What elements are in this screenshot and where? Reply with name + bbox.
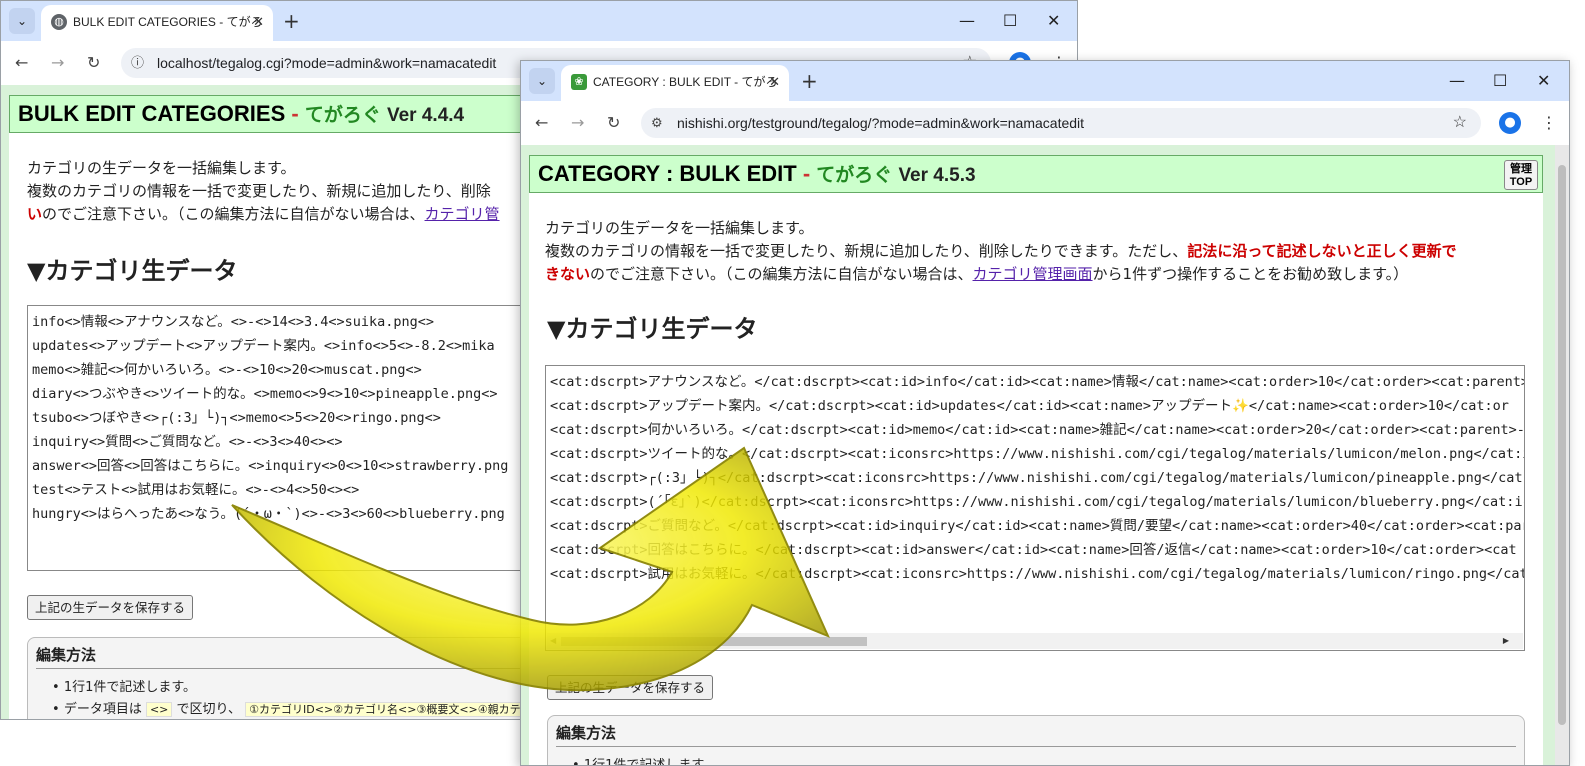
tab-category-bulk-edit[interactable]: ❀ CATEGORY : BULK EDIT - てがろ ✕	[561, 65, 789, 101]
reload-icon[interactable]: ↻	[87, 41, 100, 85]
page-content: CATEGORY : BULK EDIT - てがろぐ Ver 4.5.3 管理…	[521, 145, 1569, 765]
scroll-right-icon[interactable]: ▶	[1503, 633, 1509, 649]
page-title: BULK EDIT CATEGORIES	[18, 101, 286, 126]
close-icon[interactable]: ✕	[769, 65, 780, 99]
list-item: • 1行1件で記述します。	[572, 758, 717, 766]
plus-icon[interactable]: +	[283, 7, 300, 35]
back-arrow-icon[interactable]: ←	[535, 101, 548, 145]
app-version: Ver 4.4.4	[386, 105, 465, 126]
scroll-left-icon[interactable]: ◀	[550, 633, 556, 649]
raw-line: <cat:dscrpt>┌(:3」└)┐</cat:dscrpt><cat:ic…	[550, 470, 1523, 486]
raw-line: <cat:dscrpt>回答はこちらに。</cat:dscrpt><cat:id…	[550, 542, 1517, 558]
profile-icon[interactable]: ●	[1499, 112, 1521, 134]
forward-arrow-icon[interactable]: →	[571, 101, 584, 145]
howto-box: 編集方法 • 1行1件で記述します。	[547, 715, 1525, 766]
divider	[556, 746, 1516, 747]
chevron-down-icon: ⌄	[16, 14, 28, 28]
tab-search-button[interactable]: ⌄	[529, 68, 555, 94]
close-window-icon[interactable]: ✕	[1537, 61, 1550, 101]
back-arrow-icon[interactable]: ←	[15, 41, 28, 85]
raw-line: <cat:dscrpt>試用はお気軽に。</cat:dscrpt><cat:ic…	[550, 566, 1525, 582]
category-admin-link[interactable]: カテゴリ管理画面	[973, 265, 1093, 283]
page-title: CATEGORY : BULK EDIT	[538, 161, 797, 186]
tab-strip: ⌄ ❀ CATEGORY : BULK EDIT - てがろ ✕ + — ☐ ✕	[521, 61, 1569, 101]
raw-line: <cat:dscrpt>ツイート的な。</cat:dscrpt><cat:ico…	[550, 446, 1525, 462]
tab-bulk-edit-categories[interactable]: ◍ BULK EDIT CATEGORIES - てがろ ✕	[41, 5, 273, 41]
minimize-icon[interactable]: —	[1449, 61, 1465, 101]
raw-line: hungry<>はらへったあ<>なう。(´・ω・`)<>-<>3<>60<>bl…	[32, 506, 505, 522]
app-name: てがろぐ	[304, 105, 381, 126]
app-version: Ver 4.5.3	[898, 165, 976, 186]
raw-line: answer<>回答<>回答はこちらに。<>inquiry<>0<>10<>st…	[32, 458, 509, 474]
raw-data-textarea[interactable]: <cat:dscrpt>アナウンスなど。</cat:dscrpt><cat:id…	[545, 365, 1525, 651]
minimize-icon[interactable]: —	[959, 1, 975, 41]
raw-line: tsubo<>つぼやき<>┌(:3」└)┐<>memo<>5<>20<>ring…	[32, 410, 441, 426]
raw-line: inquiry<>質問<>ご質問など。<>-<>3<>40<><>	[32, 434, 343, 450]
kebab-menu-icon[interactable]: ⋮	[1541, 101, 1557, 145]
list-item: • 1行1件で記述します。	[52, 680, 197, 695]
info-icon: ⓘ	[131, 55, 145, 70]
raw-line: <cat:dscrpt>(´｢ε｣`)</cat:dscrpt><cat:ico…	[550, 494, 1525, 510]
howto-title: 編集方法	[556, 724, 617, 742]
divider	[36, 668, 578, 669]
raw-line: <cat:dscrpt>アップデート案内。</cat:dscrpt><cat:i…	[550, 398, 1509, 414]
raw-line: <cat:dscrpt>ご質問など。</cat:dscrpt><cat:id>i…	[550, 518, 1525, 534]
tab-title: CATEGORY : BULK EDIT - てがろ	[593, 75, 778, 89]
navigation-bar: ← → ↻ ⚙ nishishi.org/testground/tegalog/…	[521, 101, 1569, 145]
raw-line: test<>テスト<>試用はお気軽に。<>-<>4<>50<><>	[32, 482, 360, 498]
page-header: CATEGORY : BULK EDIT - てがろぐ Ver 4.5.3 管理…	[529, 155, 1543, 193]
maximize-icon[interactable]: ☐	[1493, 61, 1507, 101]
forward-arrow-icon[interactable]: →	[51, 41, 64, 85]
tab-search-button[interactable]: ⌄	[9, 8, 35, 34]
raw-line: diary<>つぶやき<>ツイート的な。<>memo<>9<>10<>pinea…	[32, 386, 498, 402]
raw-line: updates<>アップデート<>アップデート案内。<>info<>5<>-8.…	[32, 338, 495, 354]
scrollbar-thumb[interactable]	[561, 637, 867, 646]
address-bar[interactable]: ⚙ nishishi.org/testground/tegalog/?mode=…	[641, 108, 1481, 138]
raw-line: info<>情報<>アナウンスなど。<>-<>14<>3.4<>suika.pn…	[32, 314, 434, 330]
url-text: nishishi.org/testground/tegalog/?mode=ad…	[677, 115, 1085, 131]
page-frame: CATEGORY : BULK EDIT - てがろぐ Ver 4.5.3 管理…	[521, 145, 1569, 765]
url-text: localhost/tegalog.cgi?mode=admin&work=na…	[157, 55, 497, 71]
globe-icon: ◍	[51, 14, 67, 30]
page-body: CATEGORY : BULK EDIT - てがろぐ Ver 4.5.3 管理…	[529, 155, 1543, 765]
leaf-favicon-icon: ❀	[571, 74, 587, 90]
chevron-down-icon: ⌄	[536, 74, 548, 88]
scrollbar-thumb[interactable]	[1558, 165, 1566, 725]
plus-icon[interactable]: +	[801, 67, 818, 95]
horizontal-scrollbar[interactable]: ◀ ▶	[547, 633, 1523, 649]
save-button[interactable]: 上記の生データを保存する	[27, 595, 194, 620]
star-icon[interactable]: ☆	[1453, 108, 1467, 138]
category-admin-link[interactable]: カテゴリ管	[425, 205, 500, 223]
save-button[interactable]: 上記の生データを保存する	[547, 675, 714, 700]
raw-line: <cat:dscrpt>何かいろいろ。</cat:dscrpt><cat:id>…	[550, 422, 1525, 438]
intro-text: カテゴリの生データを一括編集します。 複数のカテゴリの情報を一括で変更したり、新…	[545, 219, 1457, 283]
tune-icon: ⚙	[651, 115, 663, 130]
reload-icon[interactable]: ↻	[607, 101, 620, 145]
app-name: てがろぐ	[816, 165, 893, 186]
howto-box: 編集方法 • 1行1件で記述します。 • データ項目は <> で区切り、 ①カテ…	[27, 637, 587, 719]
tab-strip: ⌄ ◍ BULK EDIT CATEGORIES - てがろ ✕ + — ☐ ✕	[1, 1, 1077, 41]
raw-line: <cat:dscrpt>アナウンスなど。</cat:dscrpt><cat:id…	[550, 374, 1525, 390]
close-icon[interactable]: ✕	[253, 5, 264, 39]
tab-title: BULK EDIT CATEGORIES - てがろ	[73, 15, 263, 29]
list-item: • データ項目は <> で区切り、 ①カテゴリID<>②カテゴリ名<>③概要文<…	[52, 698, 536, 717]
raw-data-textarea[interactable]: info<>情報<>アナウンスなど。<>-<>14<>3.4<>suika.pn…	[27, 305, 587, 571]
section-title: ▼カテゴリ生データ	[27, 257, 238, 285]
howto-title: 編集方法	[36, 646, 97, 664]
vertical-scrollbar[interactable]	[1555, 145, 1569, 765]
raw-line: memo<>雑記<>何かいろいろ。<>-<>10<>20<>muscat.png…	[32, 362, 422, 378]
intro-text: カテゴリの生データを一括編集します。 複数のカテゴリの情報を一括で変更したり、新…	[27, 159, 500, 223]
browser-window-new: ⌄ ❀ CATEGORY : BULK EDIT - てがろ ✕ + — ☐ ✕…	[520, 60, 1570, 766]
close-window-icon[interactable]: ✕	[1047, 1, 1060, 41]
admin-top-button[interactable]: 管理 TOP	[1504, 160, 1538, 190]
section-title: ▼カテゴリ生データ	[547, 315, 758, 343]
maximize-icon[interactable]: ☐	[1003, 1, 1017, 41]
